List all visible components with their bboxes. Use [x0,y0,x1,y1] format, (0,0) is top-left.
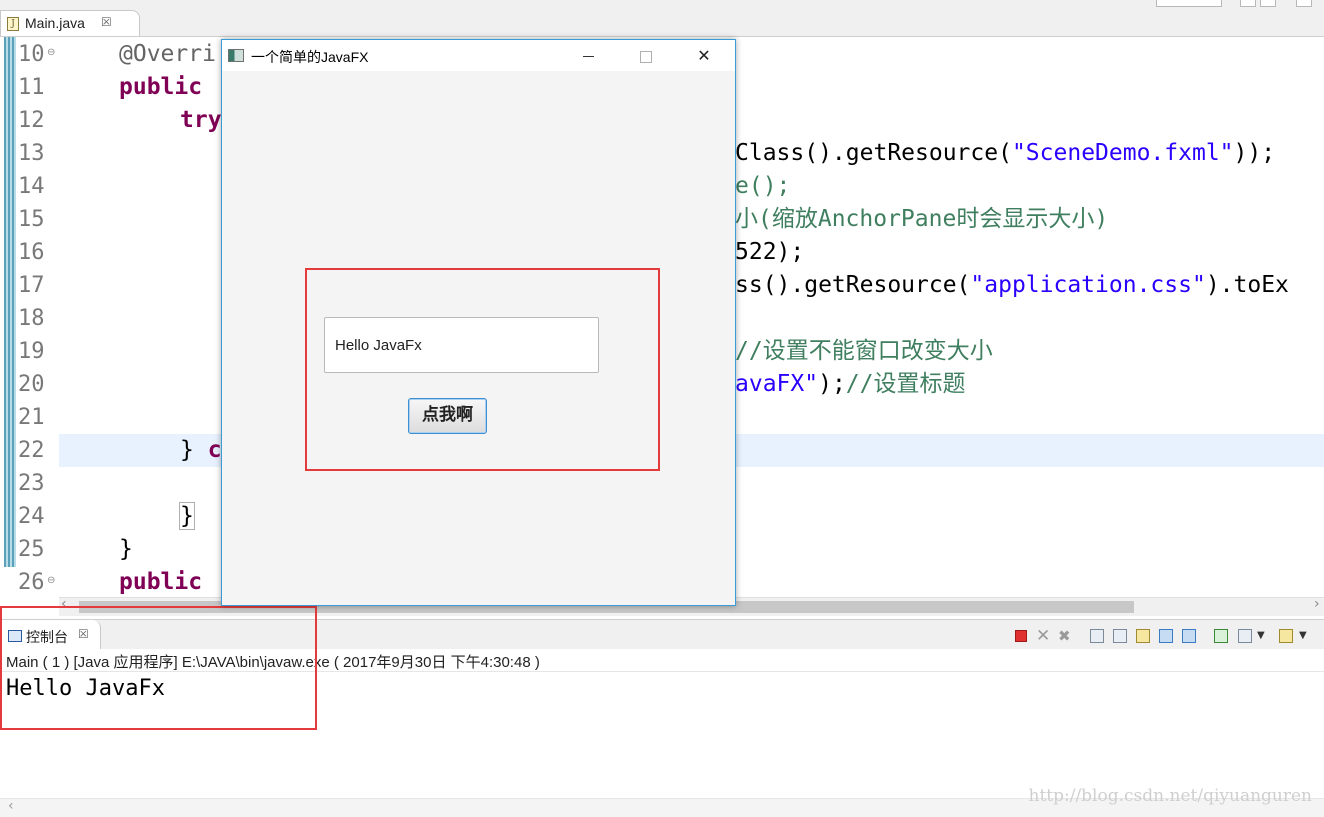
code-line-22: } c [180,434,222,467]
line-number: 16 [18,240,45,265]
code-keyword: c [207,437,222,463]
toolbar-icon[interactable] [1260,0,1276,7]
console-tab[interactable]: 控制台 ☒ [0,620,101,650]
line-number: 14 [18,174,45,199]
code-line-16: 522); [735,239,805,265]
close-button[interactable]: ✕ [675,40,733,71]
window-titlebar[interactable]: 一个简单的JavaFX ✕ [222,40,735,71]
app-window-icon [228,49,244,62]
code-line-14: e(); [735,173,791,199]
line-number: 25 [18,537,45,562]
code-text: Class().getResource( [735,140,1012,166]
hello-text-field[interactable]: Hello JavaFx [324,317,599,373]
code-keyword: public [119,569,203,595]
code-text: ); [818,371,846,397]
code-string: "application.css" [970,272,1206,298]
fold-collapse-icon[interactable]: ⊖ [47,575,55,586]
close-tab-icon[interactable]: ☒ [78,627,89,641]
code-line-17: ss().getResource("application.css").toEx [735,269,1289,302]
clear-console-icon[interactable] [1090,629,1104,643]
remove-launch-icon[interactable]: ✕ [1036,628,1050,645]
window-title: 一个简单的JavaFX [251,49,369,65]
dropdown-icon[interactable]: ▼ [1257,629,1271,643]
code-comment: //设置不能窗口改变大小 [735,338,993,364]
console-tab-bar: 控制台 ☒ ✕ ✖ ▼ ▼ [0,619,1324,650]
code-comment: 小(缩放AnchorPane时会显示大小) [735,206,1109,232]
text-field-value: Hello JavaFx [335,337,422,354]
line-number: 20 [18,372,45,397]
code-line-20: avaFX");//设置标题 [735,368,966,401]
code-line-13: Class().getResource("SceneDemo.fxml")); [735,137,1275,170]
line-number: 24 [18,504,45,529]
line-number: 15 [18,207,45,232]
code-line-24: } [179,500,195,533]
line-number: 12 [18,108,45,133]
scroll-right-icon[interactable]: › [1314,596,1320,612]
java-file-icon: J [7,17,19,31]
line-number: 13 [18,141,45,166]
console-output[interactable]: Hello JavaFx [0,672,1324,798]
toolbar-icon[interactable] [1296,0,1312,7]
minimize-icon [582,56,594,57]
javafx-window[interactable]: 一个简单的JavaFX ✕ Hello JavaFx 点我啊 [221,39,736,606]
close-tab-icon[interactable]: ☒ [101,15,112,29]
maximize-button[interactable] [617,40,675,71]
line-number: 17 [18,273,45,298]
console-icon [8,630,22,642]
code-line-25: } [119,536,133,562]
console-output-text: Hello JavaFx [6,676,165,701]
change-ruler [4,37,16,567]
display-console-icon[interactable] [1238,629,1252,643]
watermark: http://blog.csdn.net/qiyuanguren [1028,786,1313,806]
scroll-left-icon[interactable]: ‹ [61,596,67,612]
line-number: 22 [18,438,45,463]
editor-tab-label: Main.java [25,15,85,31]
open-console-icon[interactable] [1279,629,1293,643]
terminate-icon[interactable] [1015,630,1027,642]
code-string: avaFX" [735,371,819,397]
show-on-stderr-icon[interactable] [1182,629,1196,643]
word-wrap-icon[interactable] [1136,629,1150,643]
fold-collapse-icon[interactable]: ⊖ [47,47,55,58]
line-number: 21 [18,405,45,430]
code-keyword: try [180,107,222,133]
code-string: "SceneDemo.fxml" [1011,140,1234,166]
console-tab-label: 控制台 [26,629,68,645]
code-text: } [180,437,208,463]
maximize-icon [640,50,652,63]
editor-tab-bar: J Main.java ☒ [0,10,1324,37]
show-on-stdout-icon[interactable] [1159,629,1173,643]
minimize-button[interactable] [559,40,617,71]
line-number: 19 [18,339,45,364]
code-keyword: public [119,74,203,100]
code-annotation: @Overri [119,41,216,67]
close-icon: ✕ [697,46,711,65]
console-description-text: Main ( 1 ) [Java 应用程序] E:\JAVA\bin\javaw… [6,654,540,671]
line-number: 18 [18,306,45,331]
code-text: ).toEx [1205,272,1289,298]
line-number: 23 [18,471,45,496]
click-me-button[interactable]: 点我啊 [408,398,487,434]
editor-tab-main-java[interactable]: J Main.java ☒ [0,10,140,36]
code-text: ss().getResource( [735,272,971,298]
toolbar-search-box[interactable] [1156,0,1222,7]
code-text: )); [1233,140,1276,166]
pin-console-icon[interactable] [1214,629,1228,643]
scroll-left-icon[interactable]: ‹ [8,798,14,814]
console-launch-description: Main ( 1 ) [Java 应用程序] E:\JAVA\bin\javaw… [0,649,1324,672]
matching-brace: } [179,502,195,530]
scroll-lock-icon[interactable] [1113,629,1127,643]
line-number: 11 [18,75,45,100]
dropdown-icon[interactable]: ▼ [1299,629,1313,643]
toolbar-icon[interactable] [1240,0,1256,7]
remove-all-icon[interactable]: ✖ [1058,629,1072,644]
code-comment: //设置标题 [845,371,966,397]
